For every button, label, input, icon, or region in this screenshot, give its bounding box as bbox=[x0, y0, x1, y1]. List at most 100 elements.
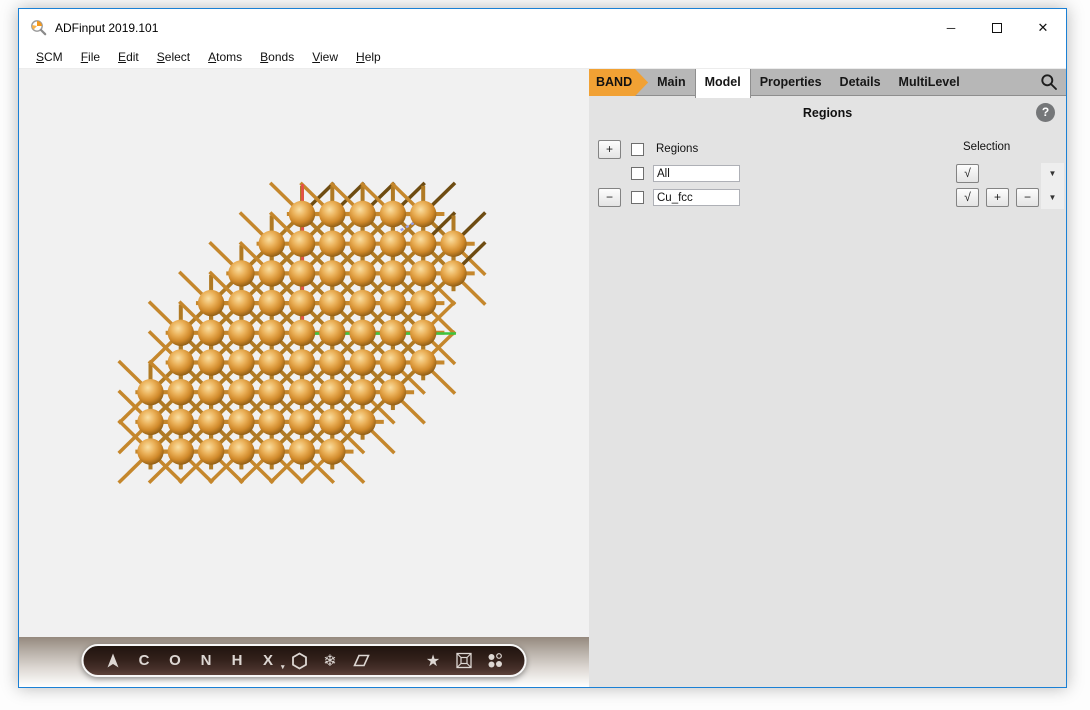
copper-atom[interactable] bbox=[289, 320, 315, 346]
region-menu-arrow-cufcc[interactable]: ▼ bbox=[1041, 193, 1064, 202]
region-menu-arrow-all[interactable]: ▼ bbox=[1041, 169, 1064, 178]
copper-atom[interactable] bbox=[319, 349, 345, 375]
copper-atom[interactable] bbox=[380, 320, 406, 346]
copper-atom[interactable] bbox=[380, 231, 406, 257]
copper-atom[interactable] bbox=[228, 260, 254, 286]
copper-atom[interactable] bbox=[137, 438, 163, 464]
structures-tool[interactable]: ❄ bbox=[315, 646, 346, 675]
copper-atom[interactable] bbox=[289, 349, 315, 375]
selection-add-button-cufcc[interactable]: + bbox=[986, 188, 1009, 207]
menu-item-scm[interactable]: SCM bbox=[27, 50, 72, 64]
copper-atom[interactable] bbox=[259, 231, 285, 257]
copper-atom[interactable] bbox=[380, 260, 406, 286]
copper-atom[interactable] bbox=[137, 379, 163, 405]
menu-item-bonds[interactable]: Bonds bbox=[251, 50, 303, 64]
copper-atom[interactable] bbox=[289, 409, 315, 435]
copper-atom[interactable] bbox=[259, 290, 285, 316]
copper-atom[interactable] bbox=[349, 409, 375, 435]
copper-atom[interactable] bbox=[410, 231, 436, 257]
copper-atom[interactable] bbox=[168, 379, 194, 405]
search-icon[interactable] bbox=[1040, 73, 1058, 91]
oxygen-tool[interactable]: O bbox=[160, 646, 191, 675]
copper-atom[interactable] bbox=[289, 290, 315, 316]
copper-atom[interactable] bbox=[259, 320, 285, 346]
selection-set-button-cufcc[interactable]: √ bbox=[956, 188, 979, 207]
tab-details[interactable]: Details bbox=[831, 69, 890, 96]
copper-atom[interactable] bbox=[259, 349, 285, 375]
copper-atom[interactable] bbox=[319, 260, 345, 286]
copper-atom[interactable] bbox=[289, 201, 315, 227]
copper-atom[interactable] bbox=[168, 438, 194, 464]
copper-atom[interactable] bbox=[289, 438, 315, 464]
add-region-button[interactable]: + bbox=[598, 140, 621, 159]
copper-atom[interactable] bbox=[289, 231, 315, 257]
copper-atom[interactable] bbox=[228, 349, 254, 375]
copper-atom[interactable] bbox=[259, 260, 285, 286]
copper-atom[interactable] bbox=[380, 201, 406, 227]
copper-atom[interactable] bbox=[319, 290, 345, 316]
copper-atom[interactable] bbox=[228, 409, 254, 435]
copper-atom[interactable] bbox=[349, 349, 375, 375]
menu-item-view[interactable]: View bbox=[303, 50, 347, 64]
copper-atom[interactable] bbox=[289, 260, 315, 286]
copper-atom[interactable] bbox=[198, 290, 224, 316]
menu-item-help[interactable]: Help bbox=[347, 50, 390, 64]
copper-atom[interactable] bbox=[198, 379, 224, 405]
maximize-button[interactable] bbox=[974, 9, 1020, 46]
copper-atom[interactable] bbox=[349, 260, 375, 286]
copper-atom[interactable] bbox=[380, 349, 406, 375]
unit-cell-tool[interactable] bbox=[449, 646, 480, 675]
copper-atom[interactable] bbox=[259, 438, 285, 464]
ring-tool[interactable] bbox=[284, 646, 315, 675]
region-name-input-cufcc[interactable] bbox=[653, 189, 740, 206]
copper-atom[interactable] bbox=[349, 231, 375, 257]
copper-atom[interactable] bbox=[440, 231, 466, 257]
selection-set-button-all[interactable]: √ bbox=[956, 164, 979, 183]
copper-atom[interactable] bbox=[137, 409, 163, 435]
region-checkbox-cufcc[interactable] bbox=[631, 191, 644, 204]
copper-atom[interactable] bbox=[198, 438, 224, 464]
region-checkbox-header[interactable] bbox=[631, 143, 644, 156]
cu-fcc-lattice[interactable] bbox=[19, 69, 589, 687]
copper-atom[interactable] bbox=[168, 320, 194, 346]
copper-atom[interactable] bbox=[440, 260, 466, 286]
copper-atom[interactable] bbox=[259, 379, 285, 405]
copper-atom[interactable] bbox=[168, 349, 194, 375]
menu-item-select[interactable]: Select bbox=[148, 50, 199, 64]
copper-atom[interactable] bbox=[380, 379, 406, 405]
copper-atom[interactable] bbox=[228, 290, 254, 316]
region-name-input-all[interactable] bbox=[653, 165, 740, 182]
plane-tool[interactable] bbox=[346, 646, 377, 675]
copper-atom[interactable] bbox=[349, 379, 375, 405]
tab-properties[interactable]: Properties bbox=[751, 69, 831, 96]
copper-atom[interactable] bbox=[380, 290, 406, 316]
copper-atom[interactable] bbox=[349, 320, 375, 346]
other-element-tool[interactable]: X ▾ bbox=[253, 646, 284, 675]
tab-multilevel[interactable]: MultiLevel bbox=[890, 69, 969, 96]
copper-atoms[interactable] bbox=[137, 201, 466, 465]
copper-atom[interactable] bbox=[319, 379, 345, 405]
copper-atom[interactable] bbox=[319, 409, 345, 435]
tab-model[interactable]: Model bbox=[695, 69, 751, 98]
copper-atom[interactable] bbox=[410, 290, 436, 316]
nitrogen-tool[interactable]: N bbox=[191, 646, 222, 675]
copper-atom[interactable] bbox=[319, 231, 345, 257]
copper-atom[interactable] bbox=[168, 409, 194, 435]
copper-atom[interactable] bbox=[198, 320, 224, 346]
copper-atom[interactable] bbox=[259, 409, 285, 435]
menu-item-edit[interactable]: Edit bbox=[109, 50, 148, 64]
copper-atom[interactable] bbox=[349, 201, 375, 227]
remove-region-button[interactable]: − bbox=[598, 188, 621, 207]
help-button[interactable]: ? bbox=[1036, 103, 1055, 122]
selection-remove-button-cufcc[interactable]: − bbox=[1016, 188, 1039, 207]
copper-atom[interactable] bbox=[410, 260, 436, 286]
fragments-tool[interactable] bbox=[480, 646, 511, 675]
copper-atom[interactable] bbox=[198, 409, 224, 435]
minimize-button[interactable]: ─ bbox=[928, 9, 974, 46]
viewport-3d[interactable]: C O N H X ▾ ❄ bbox=[19, 69, 589, 687]
copper-atom[interactable] bbox=[319, 320, 345, 346]
tab-main[interactable]: Main bbox=[648, 69, 694, 96]
copper-atom[interactable] bbox=[228, 438, 254, 464]
hydrogen-tool[interactable]: H bbox=[222, 646, 253, 675]
close-button[interactable]: ✕ bbox=[1020, 9, 1066, 46]
